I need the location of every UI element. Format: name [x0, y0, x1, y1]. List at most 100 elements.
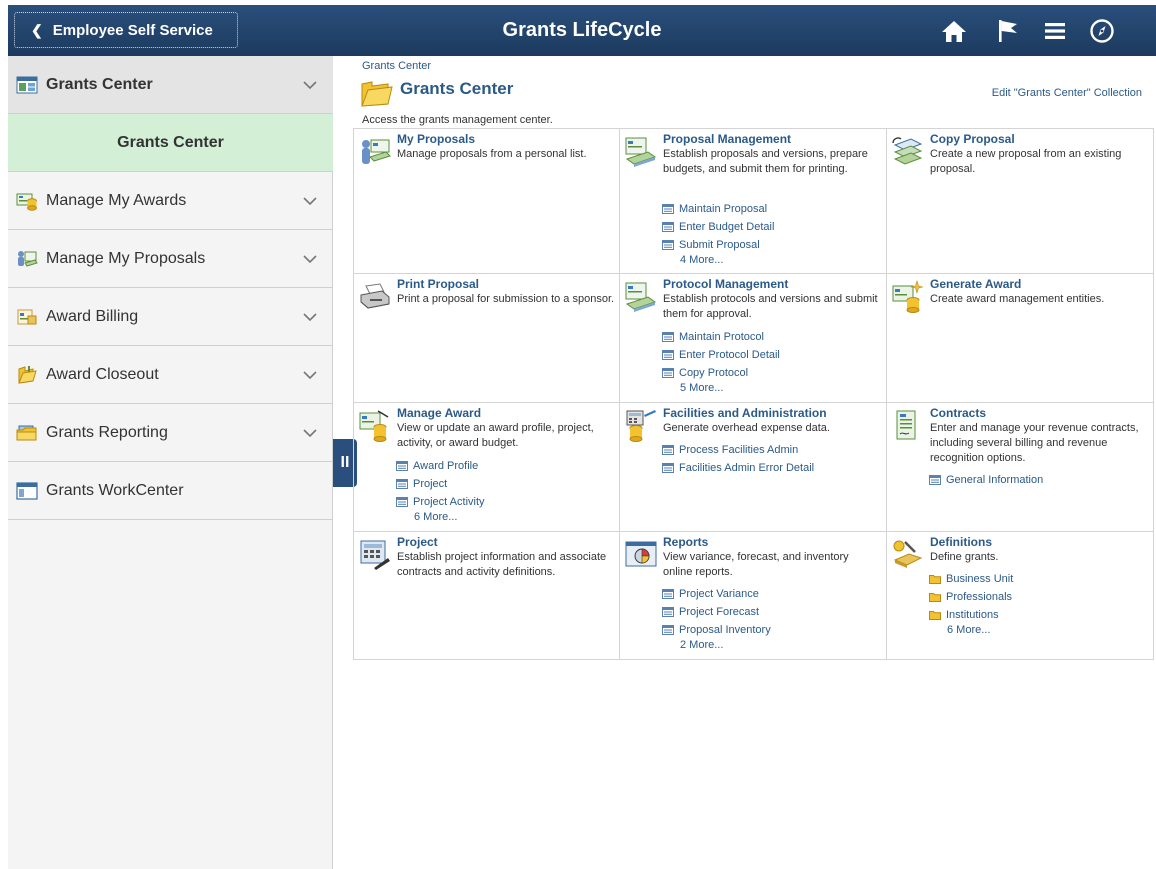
- list-page-icon: [662, 204, 674, 214]
- more-link[interactable]: 6 More...: [396, 511, 485, 527]
- menu-icon[interactable]: [1039, 15, 1071, 47]
- nav-item-grants-reporting[interactable]: Grants Reporting: [8, 404, 333, 462]
- workcenter-icon: [16, 481, 38, 500]
- tile-title[interactable]: My Proposals: [397, 132, 475, 146]
- link-label: Facilities Admin Error Detail: [679, 462, 815, 474]
- tile-title[interactable]: Copy Proposal: [930, 132, 1015, 146]
- tile-title[interactable]: Facilities and Administration: [663, 406, 827, 420]
- list-page-icon: [662, 350, 674, 360]
- tile-title[interactable]: Reports: [663, 535, 708, 549]
- tile-manage-award: Manage Award View or update an award pro…: [354, 403, 620, 532]
- tile-contracts: Contracts Enter and manage your revenue …: [887, 403, 1153, 532]
- list-page-icon: [662, 607, 674, 617]
- pie-chart-icon: [625, 541, 657, 567]
- nav-label: Grants Center: [117, 133, 224, 151]
- back-button-label: Employee Self Service: [52, 21, 213, 39]
- home-icon[interactable]: [938, 15, 970, 47]
- list-page-icon: [396, 497, 408, 507]
- link-process-facilities-admin[interactable]: Process Facilities Admin: [662, 441, 814, 459]
- list-page-icon: [662, 222, 674, 232]
- link-project-variance[interactable]: Project Variance: [662, 585, 771, 603]
- link-label: Copy Protocol: [679, 367, 749, 379]
- folder-icon: [929, 593, 941, 602]
- link-submit-proposal[interactable]: Submit Proposal: [662, 236, 774, 254]
- app-title: Grants LifeCycle: [502, 19, 662, 41]
- link-maintain-proposal[interactable]: Maintain Proposal: [662, 200, 774, 218]
- nav-item-manage-my-awards[interactable]: Manage My Awards: [8, 172, 333, 230]
- document-book-icon: [625, 137, 657, 167]
- tile-title[interactable]: Project: [397, 535, 438, 549]
- link-label: Institutions: [946, 609, 999, 621]
- link-enter-budget-detail[interactable]: Enter Budget Detail: [662, 218, 774, 236]
- more-link[interactable]: 5 More...: [662, 382, 780, 398]
- nav-item-award-billing[interactable]: Award Billing: [8, 288, 333, 346]
- nav-group-grants-center[interactable]: Grants Center: [8, 56, 333, 114]
- chevron-down-icon: [303, 196, 317, 205]
- copy-books-icon: [892, 137, 923, 165]
- back-button[interactable]: ❮ Employee Self Service: [14, 12, 238, 48]
- tile-facilities-and-administration: Facilities and Administration Generate o…: [620, 403, 887, 532]
- link-project-activity[interactable]: Project Activity: [396, 493, 485, 511]
- link-award-profile[interactable]: Award Profile: [396, 457, 485, 475]
- folder-open-icon: [18, 365, 37, 384]
- nav-item-award-closeout[interactable]: Award Closeout: [8, 346, 333, 404]
- flag-icon[interactable]: [992, 15, 1024, 47]
- list-page-icon: [396, 479, 408, 489]
- link-enter-protocol-detail[interactable]: Enter Protocol Detail: [662, 346, 780, 364]
- more-link[interactable]: 6 More...: [929, 624, 1013, 640]
- more-link[interactable]: 4 More...: [662, 254, 774, 270]
- link-facilities-admin-error-detail[interactable]: Facilities Admin Error Detail: [662, 459, 814, 477]
- tile-grid: My Proposals Manage proposals from a per…: [353, 128, 1154, 660]
- list-page-icon: [929, 475, 941, 485]
- edit-collection-link[interactable]: Edit "Grants Center" Collection: [992, 87, 1142, 99]
- book-tools-icon: [893, 540, 923, 568]
- tile-definitions: Definitions Define grants. Business Unit…: [887, 532, 1153, 660]
- link-project-forecast[interactable]: Project Forecast: [662, 603, 771, 621]
- tile-description: Establish proposals and versions, prepar…: [663, 148, 868, 175]
- link-copy-protocol[interactable]: Copy Protocol: [662, 364, 780, 382]
- tile-description: Enter and manage your revenue contracts,…: [930, 422, 1139, 464]
- side-navigation: Grants Center Grants Center Manage My Aw…: [8, 56, 333, 869]
- chevron-down-icon: [303, 312, 317, 321]
- link-maintain-protocol[interactable]: Maintain Protocol: [662, 328, 780, 346]
- tile-links: Maintain Protocol Enter Protocol Detail …: [662, 328, 780, 398]
- breadcrumb[interactable]: Grants Center: [362, 60, 431, 72]
- tile-title[interactable]: Contracts: [930, 406, 986, 420]
- link-project[interactable]: Project: [396, 475, 485, 493]
- award-sparkle-icon: [892, 280, 924, 313]
- nav-item-grants-center[interactable]: Grants Center: [8, 114, 333, 172]
- tile-links: Project Variance Project Forecast Propos…: [662, 585, 771, 655]
- tile-title[interactable]: Proposal Management: [663, 132, 791, 146]
- tile-protocol-management: Protocol Management Establish protocols …: [620, 274, 887, 403]
- tile-description: Manage proposals from a personal list.: [397, 148, 587, 160]
- link-proposal-inventory[interactable]: Proposal Inventory: [662, 621, 771, 639]
- tile-title[interactable]: Definitions: [930, 535, 992, 549]
- tile-links: Process Facilities Admin Facilities Admi…: [662, 441, 814, 477]
- list-page-icon: [662, 589, 674, 599]
- tile-links: Maintain Proposal Enter Budget Detail Su…: [662, 200, 774, 270]
- tile-title[interactable]: Protocol Management: [663, 277, 788, 291]
- nav-label: Grants Center: [46, 75, 153, 93]
- more-link[interactable]: 2 More...: [662, 639, 771, 655]
- tile-title[interactable]: Manage Award: [397, 406, 481, 420]
- link-business-unit[interactable]: Business Unit: [929, 570, 1013, 588]
- nav-item-grants-workcenter[interactable]: Grants WorkCenter: [8, 462, 333, 520]
- link-professionals[interactable]: Professionals: [929, 588, 1013, 606]
- tile-title[interactable]: Generate Award: [930, 277, 1021, 291]
- top-banner: ❮ Employee Self Service Grants LifeCycle: [8, 5, 1156, 56]
- folder-stack-icon: [16, 425, 37, 440]
- nav-item-manage-my-proposals[interactable]: Manage My Proposals: [8, 230, 333, 288]
- link-label: Process Facilities Admin: [679, 444, 799, 456]
- navbar-compass-icon[interactable]: [1086, 15, 1118, 47]
- link-general-information[interactable]: General Information: [929, 471, 1043, 489]
- tile-copy-proposal: Copy Proposal Create a new proposal from…: [887, 129, 1153, 274]
- chevron-down-icon: [303, 370, 317, 379]
- tile-description: Create a new proposal from an existing p…: [930, 148, 1122, 175]
- list-page-icon: [662, 332, 674, 342]
- list-page-icon: [662, 445, 674, 455]
- grants-center-icon: [16, 76, 38, 93]
- person-book-icon: [362, 139, 391, 164]
- tile-title[interactable]: Print Proposal: [397, 277, 479, 291]
- tile-description: Print a proposal for submission to a spo…: [397, 293, 615, 305]
- link-institutions[interactable]: Institutions: [929, 606, 1013, 624]
